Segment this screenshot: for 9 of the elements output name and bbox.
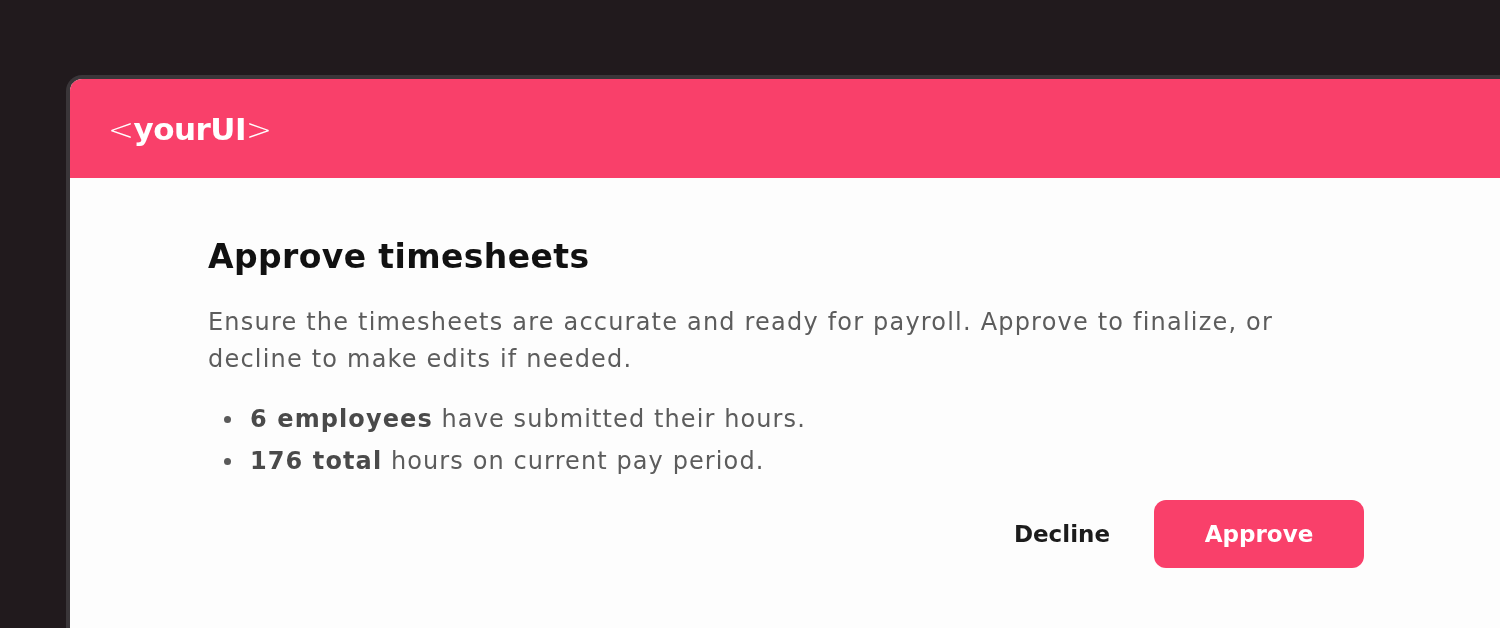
brand-logo: <yourUI> (108, 110, 272, 147)
dialog-title: Approve timesheets (208, 238, 591, 276)
bullet-text: 176 total hours on current pay period. (250, 447, 765, 475)
bullet-text: 6 employees have submitted their hours. (250, 405, 806, 433)
approve-button[interactable]: Approve (1154, 500, 1364, 568)
dialog-description: Ensure the timesheets are accurate and ready for payroll. Approve to finalize, or decline to make edits if needed. (208, 307, 1274, 375)
decline-button[interactable]: Decline (991, 500, 1132, 568)
bullet-icon (224, 415, 231, 423)
bullet-icon (224, 457, 231, 465)
